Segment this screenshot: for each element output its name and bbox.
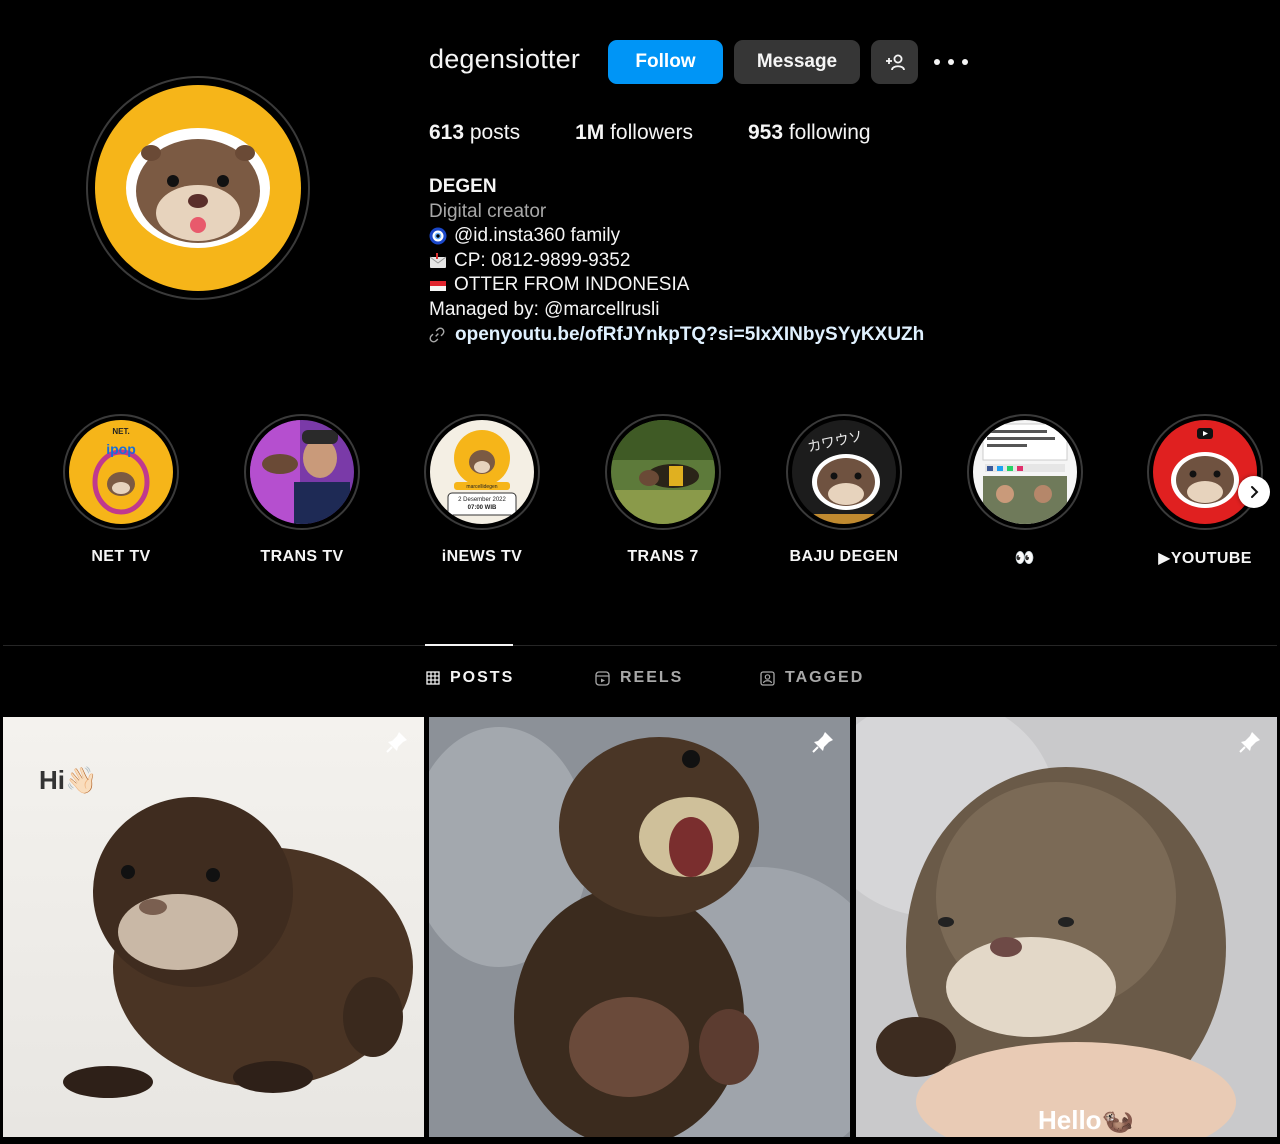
posts-grid: Hi👋🏻 Hello🦦: [3, 717, 1277, 1137]
post-tile[interactable]: Hi👋🏻: [3, 717, 424, 1137]
highlight-baju-degen[interactable]: カワウソ BAJU DEGEN: [759, 414, 929, 566]
highlight-net-tv[interactable]: NET. ipop NET TV: [36, 414, 206, 566]
bio-line: Managed by: @marcellrusli: [429, 298, 660, 320]
highlight-trans-7[interactable]: TRANS 7: [578, 414, 748, 566]
profile-display-name: DEGEN: [429, 176, 497, 197]
tabs-divider: [3, 645, 1277, 646]
pinned-icon: [812, 732, 833, 753]
highlight-cover-image: [1153, 420, 1257, 524]
bio-link-row[interactable]: openyoutu.be/ofRfJYnkpTQ?si=5IxXINbySYyK…: [429, 323, 924, 348]
link-icon: [429, 327, 445, 343]
post-tile[interactable]: [429, 717, 850, 1137]
indonesia-flag-icon: [430, 280, 446, 291]
pinned-icon: [386, 732, 407, 753]
highlights-next-button[interactable]: [1238, 476, 1270, 508]
highlight-cover-image: NET. ipop: [69, 420, 173, 524]
bio-mention-link[interactable]: @id.insta360 family: [454, 224, 620, 249]
highlight-trans-tv[interactable]: TRANS TV: [217, 414, 387, 566]
profile-tabs: POSTS REELS TAGGED: [0, 669, 1280, 695]
posts-count: 613 posts: [429, 121, 521, 144]
otter-photo: [429, 717, 850, 1137]
avatar: [95, 85, 301, 291]
grid-icon: [426, 671, 440, 685]
active-tab-indicator: [425, 644, 513, 646]
story-highlights: NET. ipop NET TV TRANS TV marcellidegen …: [0, 414, 1280, 574]
following-count[interactable]: 953 following: [748, 121, 871, 145]
profile-bio: DEGEN Digital creator @id.insta360 famil…: [429, 175, 924, 347]
message-button[interactable]: Message: [734, 40, 860, 84]
otter-sticker-image: [126, 128, 270, 248]
nazar-amulet-icon: [429, 227, 447, 245]
follow-button[interactable]: Follow: [608, 40, 723, 84]
post-overlay-text: Hello🦦: [1038, 1105, 1134, 1135]
reels-icon: [595, 670, 610, 686]
post-tile[interactable]: Hello🦦: [856, 717, 1277, 1137]
add-person-icon: [885, 54, 905, 71]
bio-external-link[interactable]: openyoutu.be/ofRfJYnkpTQ?si=5IxXINbySYyK…: [455, 323, 924, 348]
highlight-cover-image: marcellidegen 2 Desember 2022 07:00 WIB: [430, 420, 534, 524]
tagged-icon: [760, 670, 775, 686]
pinned-icon: [1239, 732, 1260, 753]
profile-avatar-ring[interactable]: [86, 76, 310, 300]
highlight-inews-tv[interactable]: marcellidegen 2 Desember 2022 07:00 WIB …: [397, 414, 567, 566]
svg-text:ipop: ipop: [106, 441, 136, 457]
svg-text:07:00 WIB: 07:00 WIB: [468, 505, 497, 511]
bio-line: CP: 0812-9899-9352: [429, 249, 924, 274]
tab-posts[interactable]: POSTS: [426, 669, 514, 687]
otter-photo: [856, 717, 1277, 1137]
suggested-accounts-button[interactable]: [871, 40, 918, 84]
chevron-right-icon: [1251, 486, 1259, 498]
highlight-cover-image: [250, 420, 354, 524]
svg-text:marcellidegen: marcellidegen: [466, 484, 497, 490]
more-options-icon[interactable]: [934, 50, 968, 74]
profile-username: degensiotter: [429, 44, 581, 74]
tab-tagged[interactable]: TAGGED: [760, 669, 864, 687]
highlight-cover-image: [611, 420, 715, 524]
highlight-eyes[interactable]: 👀: [940, 414, 1110, 568]
bio-line: @id.insta360 family: [429, 224, 924, 249]
post-overlay-text: Hi👋🏻: [39, 765, 98, 795]
highlight-cover-image: [973, 420, 1077, 524]
profile-category: Digital creator: [429, 200, 547, 222]
envelope-icon: [429, 253, 447, 269]
svg-text:NET.: NET.: [112, 427, 129, 436]
profile-stats: 613 posts 1M followers 953 following: [429, 121, 926, 145]
followers-count[interactable]: 1M followers: [575, 121, 693, 145]
tab-reels[interactable]: REELS: [595, 669, 683, 687]
highlight-cover-image: カワウソ: [792, 420, 896, 524]
bio-line: OTTER FROM INDONESIA: [429, 273, 924, 298]
svg-text:2 Desember 2022: 2 Desember 2022: [458, 497, 506, 503]
